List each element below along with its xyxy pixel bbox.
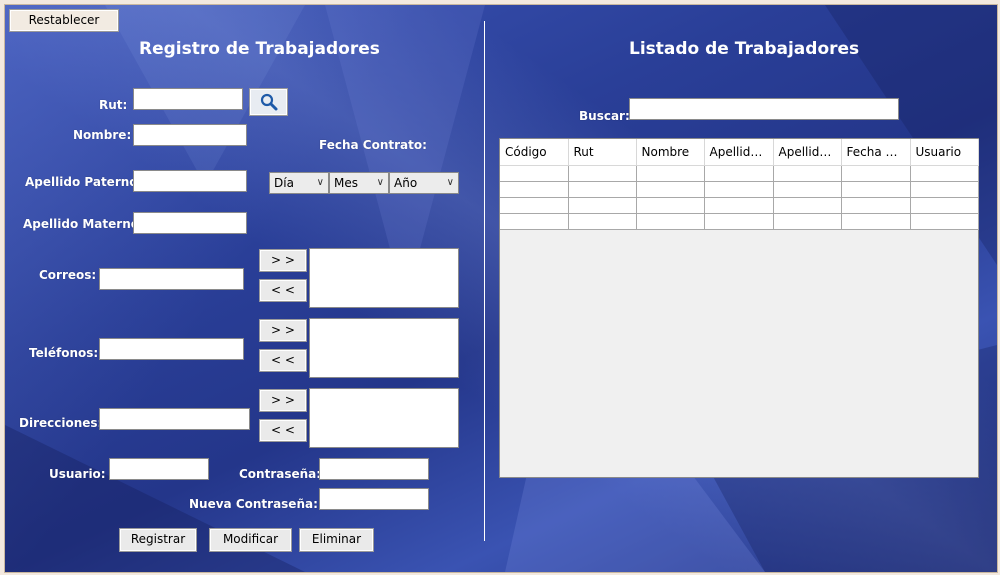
usuario-input[interactable] (109, 458, 209, 480)
eliminar-button[interactable]: Eliminar (299, 528, 374, 552)
chevron-down-icon: ∨ (446, 177, 454, 188)
panel-divider (484, 21, 485, 541)
anio-select[interactable]: Año ∨ (389, 172, 459, 194)
table-row[interactable] (500, 197, 979, 214)
correos-input[interactable] (99, 268, 244, 290)
registrar-button[interactable]: Registrar (119, 528, 197, 552)
mes-select-value: Mes (334, 176, 358, 190)
table-row[interactable] (500, 165, 979, 182)
rut-label: Rut: (99, 98, 128, 112)
correos-label: Correos: (39, 268, 97, 282)
app-window: Restablecer Registro de Trabajadores Lis… (4, 4, 998, 573)
reset-button[interactable]: Restablecer (9, 9, 119, 32)
apellido-materno-input[interactable] (133, 212, 247, 234)
correos-list[interactable] (309, 248, 459, 308)
dia-select-value: Día (274, 176, 294, 190)
column-header[interactable]: Nombre (636, 139, 705, 166)
fecha-contrato-label: Fecha Contrato: (319, 138, 427, 152)
anio-select-value: Año (394, 176, 418, 190)
correos-add-button[interactable]: > > (259, 249, 307, 272)
rut-search-button[interactable] (249, 88, 288, 116)
chevron-down-icon: ∨ (316, 177, 324, 188)
nombre-input[interactable] (133, 124, 247, 146)
rut-input[interactable] (133, 88, 243, 110)
telefonos-label: Teléfonos: (29, 346, 99, 360)
telefonos-add-button[interactable]: > > (259, 319, 307, 342)
apellido-paterno-input[interactable] (133, 170, 247, 192)
telefonos-input[interactable] (99, 338, 244, 360)
direcciones-add-button[interactable]: > > (259, 389, 307, 412)
modificar-button[interactable]: Modificar (209, 528, 292, 552)
nueva-contrasena-input[interactable] (319, 488, 429, 510)
column-header[interactable]: Fecha Co... (841, 139, 911, 166)
search-icon (260, 93, 277, 111)
column-header[interactable]: Apellido ... (773, 139, 842, 166)
apellido-materno-label: Apellido Materno: (23, 217, 144, 231)
workers-table[interactable]: Código Rut Nombre Apellido ... Apellido … (499, 138, 979, 478)
table-header-row: Código Rut Nombre Apellido ... Apellido … (500, 139, 979, 166)
dia-select[interactable]: Día ∨ (269, 172, 329, 194)
contrasena-input[interactable] (319, 458, 429, 480)
contrasena-label: Contraseña: (239, 467, 322, 481)
list-title: Listado de Trabajadores (629, 39, 860, 59)
chevron-down-icon: ∨ (376, 177, 384, 188)
column-header[interactable]: Apellido ... (704, 139, 774, 166)
nueva-contrasena-label: Nueva Contraseña: (189, 497, 318, 511)
direcciones-list[interactable] (309, 388, 459, 448)
buscar-label: Buscar: (579, 109, 630, 123)
column-header[interactable]: Rut (568, 139, 637, 166)
mes-select[interactable]: Mes ∨ (329, 172, 389, 194)
nombre-label: Nombre: (73, 128, 132, 142)
table-row[interactable] (500, 213, 979, 230)
telefonos-remove-button[interactable]: < < (259, 349, 307, 372)
direcciones-remove-button[interactable]: < < (259, 419, 307, 442)
apellido-paterno-label: Apellido Paterno: (25, 175, 143, 189)
register-title: Registro de Trabajadores (139, 39, 380, 59)
usuario-label: Usuario: (49, 467, 106, 481)
buscar-input[interactable] (629, 98, 899, 120)
column-header[interactable]: Código (500, 139, 569, 166)
correos-remove-button[interactable]: < < (259, 279, 307, 302)
direcciones-input[interactable] (99, 408, 250, 430)
column-header[interactable]: Usuario (910, 139, 979, 166)
telefonos-list[interactable] (309, 318, 459, 378)
table-row[interactable] (500, 181, 979, 198)
direcciones-label: Direcciones: (19, 416, 103, 430)
